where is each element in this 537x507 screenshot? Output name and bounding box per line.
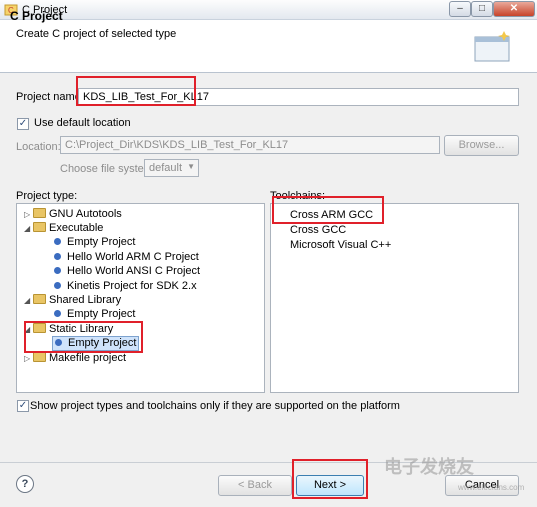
close-button[interactable]: ✕ [493, 1, 535, 17]
expand-icon[interactable]: ▷ [24, 207, 33, 222]
file-system-value: default [149, 162, 183, 174]
watermark-logo: 电子发烧友 [384, 457, 474, 477]
wizard-banner-icon [474, 31, 510, 62]
project-type-label: Project type: [16, 190, 78, 202]
tree-item-label: GNU Autotools [49, 208, 122, 220]
tree-item-kinetis-sdk[interactable]: Kinetis Project for SDK 2.x [54, 279, 197, 294]
tree-item-label: Empty Project [67, 308, 136, 320]
project-type-icon [55, 339, 62, 346]
back-button[interactable]: < Back [218, 475, 292, 496]
toolchains-label: Toolchains: [270, 190, 326, 202]
toolchain-item[interactable]: Cross GCC [290, 223, 346, 238]
help-icon[interactable]: ? [16, 475, 34, 493]
project-type-icon [54, 282, 61, 289]
browse-button[interactable]: Browse... [444, 135, 519, 156]
tree-item-label: Kinetis Project for SDK 2.x [67, 280, 197, 292]
watermark-url: www.elecfans.com [458, 483, 525, 492]
location-input[interactable]: C:\Project_Dir\KDS\KDS_LIB_Test_For_KL17 [60, 136, 440, 154]
tree-item-label: Static Library [49, 323, 114, 335]
collapse-icon[interactable]: ◢ [24, 293, 33, 308]
tree-item-empty-project-selected[interactable]: Empty Project [52, 336, 140, 351]
chevron-down-icon: ▼ [187, 162, 195, 171]
tree-item-label: Empty Project [67, 236, 136, 248]
tree-item-label: Makefile project [49, 352, 127, 364]
filter-checkbox[interactable]: ✓ [17, 400, 29, 412]
project-name-label: Project name: [16, 91, 84, 103]
project-type-icon [54, 267, 61, 274]
tree-item-label: Executable [49, 222, 104, 234]
file-system-label: Choose file system: [60, 163, 156, 175]
collapse-icon[interactable]: ◢ [24, 322, 33, 337]
tree-item-executable[interactable]: ◢ Executable [24, 221, 103, 236]
project-type-icon [54, 253, 61, 260]
page-description: Create C project of selected type [16, 28, 177, 40]
tree-item-makefile-project[interactable]: ▷ Makefile project [24, 351, 126, 366]
tree-item-label: Hello World ANSI C Project [67, 265, 201, 277]
tree-item-label: Shared Library [49, 294, 122, 306]
tree-item-label: Empty Project [68, 337, 137, 349]
default-location-label: Use default location [34, 117, 131, 129]
folder-icon [33, 222, 46, 232]
folder-icon [33, 352, 46, 362]
toolchain-item[interactable]: Cross ARM GCC [290, 208, 373, 223]
tree-item-hello-world-ansi[interactable]: Hello World ANSI C Project [54, 264, 200, 279]
location-label: Location: [16, 141, 61, 153]
file-system-select[interactable]: default ▼ [144, 159, 199, 177]
tree-item-empty-project[interactable]: Empty Project [54, 307, 135, 322]
tree-item-label: Hello World ARM C Project [67, 251, 199, 263]
default-location-checkbox[interactable]: ✓ [17, 118, 29, 130]
project-type-icon [54, 238, 61, 245]
folder-icon [33, 294, 46, 304]
minimize-button[interactable]: – [449, 1, 471, 17]
toolchain-item[interactable]: Microsoft Visual C++ [290, 238, 391, 253]
tree-item-hello-world-arm[interactable]: Hello World ARM C Project [54, 250, 199, 265]
tree-item-static-library[interactable]: ◢ Static Library [24, 322, 113, 337]
tree-item-shared-library[interactable]: ◢ Shared Library [24, 293, 121, 308]
project-name-input[interactable]: KDS_LIB_Test_For_KL17 [78, 88, 519, 106]
project-type-icon [54, 310, 61, 317]
tree-item-gnu-autotools[interactable]: ▷ GNU Autotools [24, 207, 122, 222]
folder-icon [33, 323, 46, 333]
tree-item-empty-project[interactable]: Empty Project [54, 235, 135, 250]
collapse-icon[interactable]: ◢ [24, 221, 33, 236]
expand-icon[interactable]: ▷ [24, 351, 33, 366]
maximize-button[interactable]: □ [471, 1, 493, 17]
next-button[interactable]: Next > [296, 475, 364, 496]
filter-label: Show project types and toolchains only i… [30, 400, 400, 412]
folder-icon [33, 208, 46, 218]
page-title: C Project [10, 9, 63, 23]
